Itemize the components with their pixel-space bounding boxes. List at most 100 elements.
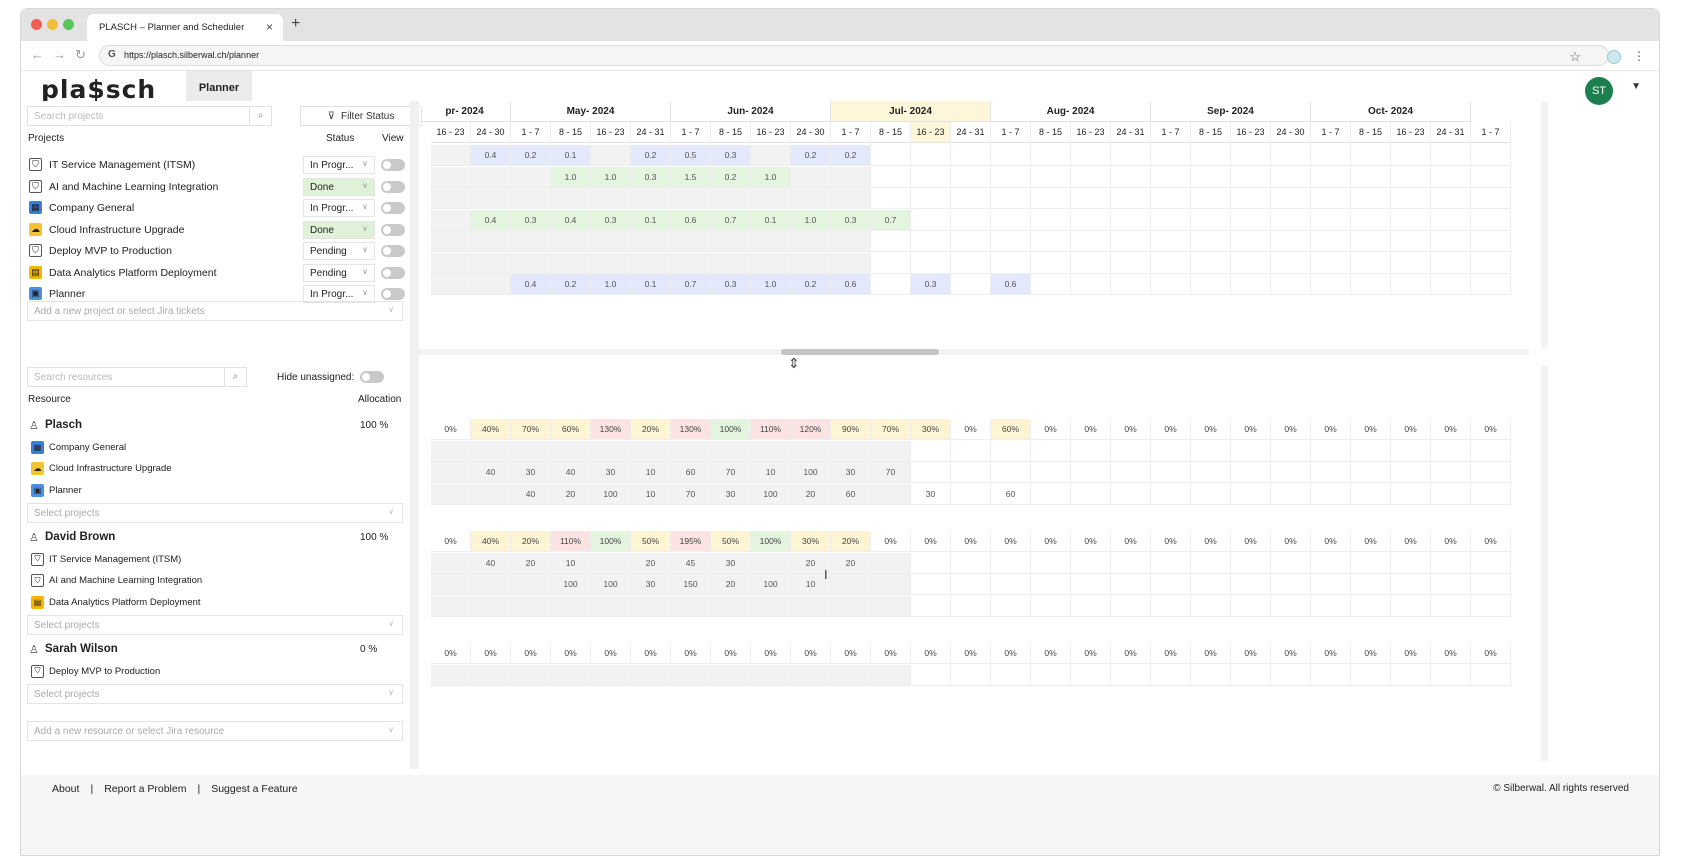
project-cell[interactable] xyxy=(1111,166,1151,188)
project-cell[interactable]: 0.1 xyxy=(631,209,671,231)
project-cell[interactable] xyxy=(1391,209,1431,231)
project-cell[interactable]: 0.2 xyxy=(791,145,831,166)
project-cell[interactable] xyxy=(831,252,871,274)
hours-cell[interactable] xyxy=(1191,574,1231,595)
project-cell[interactable] xyxy=(1151,274,1191,295)
hours-cell[interactable]: 40 xyxy=(551,462,591,483)
hours-cell[interactable] xyxy=(1151,595,1191,617)
project-cell[interactable]: 0.1 xyxy=(631,274,671,295)
hours-cell[interactable] xyxy=(1071,664,1111,686)
hours-cell[interactable] xyxy=(511,595,551,617)
project-cell[interactable] xyxy=(991,188,1031,209)
hours-cell[interactable] xyxy=(1391,552,1431,574)
project-cell[interactable] xyxy=(911,209,951,231)
hours-cell[interactable] xyxy=(791,664,831,686)
project-cell[interactable] xyxy=(1231,274,1271,295)
hours-cell[interactable] xyxy=(1231,483,1271,505)
project-cell[interactable] xyxy=(431,145,471,166)
add-project-select[interactable]: Add a new project or select Jira tickets… xyxy=(27,301,403,321)
hours-cell[interactable] xyxy=(1151,574,1191,595)
hours-cell[interactable]: 20 xyxy=(511,552,551,574)
project-cell[interactable] xyxy=(871,166,911,188)
hours-cell[interactable] xyxy=(951,574,991,595)
reload-icon[interactable]: ↻ xyxy=(75,47,86,63)
hours-cell[interactable] xyxy=(631,440,671,462)
hours-cell[interactable]: 30 xyxy=(631,574,671,595)
project-cell[interactable] xyxy=(751,145,791,166)
project-cell[interactable]: 0.3 xyxy=(831,209,871,231)
project-cell[interactable] xyxy=(1351,209,1391,231)
status-select[interactable]: Pending ∨ xyxy=(303,263,375,282)
project-cell[interactable] xyxy=(1231,252,1271,274)
project-cell[interactable] xyxy=(831,188,871,209)
hours-cell[interactable] xyxy=(1351,440,1391,462)
hours-cell[interactable]: 70 xyxy=(871,462,911,483)
hours-cell[interactable]: 10 xyxy=(631,462,671,483)
project-cell[interactable] xyxy=(1391,274,1431,295)
hours-cell[interactable] xyxy=(1271,483,1311,505)
hours-cell[interactable] xyxy=(1151,483,1191,505)
project-cell[interactable] xyxy=(791,252,831,274)
hours-cell[interactable] xyxy=(951,664,991,686)
hours-cell[interactable] xyxy=(1391,595,1431,617)
view-toggle[interactable] xyxy=(381,288,405,300)
hours-cell[interactable]: 70 xyxy=(671,483,711,505)
hours-cell[interactable]: 10 xyxy=(631,483,671,505)
project-cell[interactable] xyxy=(1031,274,1071,295)
project-cell[interactable] xyxy=(751,188,791,209)
project-cell[interactable]: 1.0 xyxy=(751,274,791,295)
hours-cell[interactable] xyxy=(911,440,951,462)
hours-cell[interactable] xyxy=(1431,574,1471,595)
search-icon[interactable]: ⌕ xyxy=(249,107,271,125)
project-cell[interactable]: 1.5 xyxy=(671,166,711,188)
resize-handle-icon[interactable]: ⇕ xyxy=(788,355,800,372)
project-cell[interactable] xyxy=(1271,166,1311,188)
hours-cell[interactable] xyxy=(1351,574,1391,595)
hours-cell[interactable] xyxy=(1391,574,1431,595)
hours-cell[interactable] xyxy=(911,462,951,483)
project-cell[interactable] xyxy=(1231,188,1271,209)
hours-cell[interactable] xyxy=(1271,552,1311,574)
chevron-down-icon[interactable]: ▼ xyxy=(1631,81,1641,92)
project-cell[interactable] xyxy=(1271,209,1311,231)
view-toggle[interactable] xyxy=(381,159,405,171)
hours-cell[interactable] xyxy=(711,595,751,617)
project-cell[interactable] xyxy=(1111,209,1151,231)
hours-cell[interactable] xyxy=(1231,574,1271,595)
hours-cell[interactable] xyxy=(1151,552,1191,574)
project-cell[interactable] xyxy=(471,274,511,295)
project-cell[interactable]: 0.4 xyxy=(471,145,511,166)
project-cell[interactable] xyxy=(1191,209,1231,231)
view-toggle[interactable] xyxy=(381,266,405,279)
hours-cell[interactable] xyxy=(751,552,791,574)
hours-cell[interactable] xyxy=(1271,664,1311,686)
hours-cell[interactable] xyxy=(1271,440,1311,462)
project-cell[interactable] xyxy=(951,274,991,295)
hours-cell[interactable] xyxy=(1031,595,1071,617)
project-cell[interactable] xyxy=(591,231,631,252)
hours-cell[interactable] xyxy=(871,574,911,595)
project-cell[interactable] xyxy=(1111,188,1151,209)
hours-cell[interactable] xyxy=(551,595,591,617)
project-cell[interactable] xyxy=(1071,231,1111,252)
hours-cell[interactable] xyxy=(1191,595,1231,617)
hours-cell[interactable]: 20 xyxy=(831,552,871,574)
hours-cell[interactable] xyxy=(1031,440,1071,462)
project-cell[interactable] xyxy=(1191,252,1231,274)
hours-cell[interactable] xyxy=(471,574,511,595)
hours-cell[interactable]: 20 xyxy=(551,483,591,505)
project-cell[interactable] xyxy=(831,231,871,252)
project-cell[interactable] xyxy=(1191,166,1231,188)
hours-cell[interactable] xyxy=(711,664,751,686)
hours-cell[interactable] xyxy=(1151,440,1191,462)
project-cell[interactable] xyxy=(1431,145,1471,166)
hours-cell[interactable]: 30 xyxy=(911,483,951,505)
project-cell[interactable] xyxy=(1071,166,1111,188)
hours-cell[interactable] xyxy=(991,664,1031,686)
close-window-icon[interactable] xyxy=(31,19,42,30)
hours-cell[interactable] xyxy=(1071,595,1111,617)
hours-cell[interactable]: 30 xyxy=(511,462,551,483)
hours-cell[interactable] xyxy=(591,440,631,462)
project-cell[interactable] xyxy=(1471,188,1511,209)
project-cell[interactable] xyxy=(751,252,791,274)
